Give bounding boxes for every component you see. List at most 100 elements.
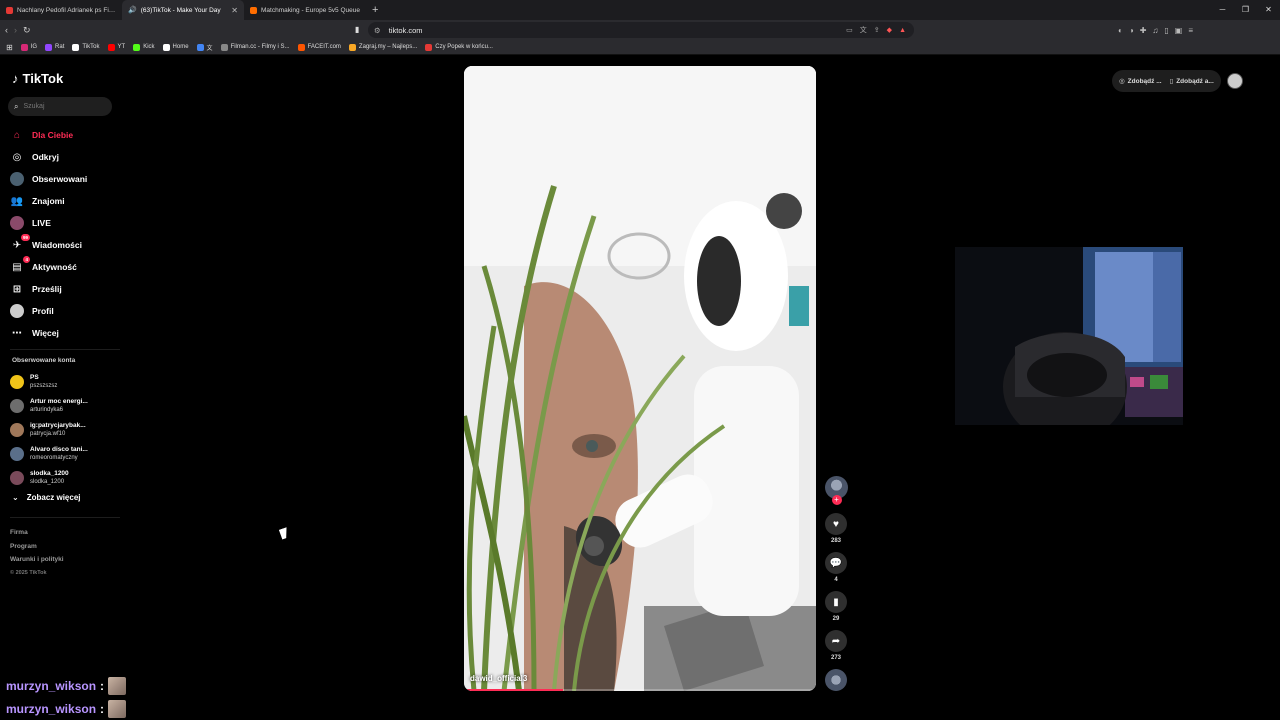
bookmark-label: FACEIT.com <box>307 44 341 50</box>
sidebar-item-live[interactable]: LIVE <box>10 212 120 234</box>
shield-icon[interactable]: ◆ <box>887 26 892 34</box>
bookmark-item[interactable]: Czy Popek w końcu... <box>425 43 493 51</box>
audio-icon[interactable]: 🔊 <box>128 6 137 14</box>
music-disc-icon[interactable] <box>825 669 847 691</box>
share-button[interactable]: ➦ <box>825 630 847 652</box>
sidebar-item-wiecej[interactable]: ⋯ Więcej <box>10 322 120 344</box>
close-window-icon[interactable]: ✕ <box>1257 0 1280 20</box>
comment-count: 4 <box>834 577 838 583</box>
bookmark-item[interactable]: 文 <box>196 43 213 52</box>
nav-buttons: ‹ › ↻ <box>5 22 31 38</box>
footer-link-program[interactable]: Program <box>10 540 64 554</box>
restore-icon[interactable]: ❐ <box>1234 0 1257 20</box>
bookmark-label: Zagraj.my – Najleps... <box>358 44 418 50</box>
new-tab-button[interactable]: + <box>366 4 384 16</box>
cast-icon[interactable]: ▭ <box>846 26 853 34</box>
translate-icon[interactable]: 文 <box>860 25 867 35</box>
video-author[interactable]: dawid_official3 <box>470 674 527 683</box>
sidebar-item-dla-ciebie[interactable]: ⌂ Dla Ciebie <box>10 124 120 146</box>
mouse-cursor <box>279 527 290 540</box>
footer-link-firma[interactable]: Firma <box>10 526 64 540</box>
like-button[interactable]: ♥ <box>825 513 847 535</box>
puzzle-icon[interactable]: ✚ <box>1140 26 1147 35</box>
sidebar-item-aktywnosc[interactable]: ▤ 4 Aktywność <box>10 256 120 278</box>
bookmark-item[interactable]: Filman.cc - Filmy i S... <box>220 43 290 51</box>
bookmark-label: TikTok <box>82 44 100 50</box>
media-icon[interactable]: ♫ <box>1152 26 1158 35</box>
divider <box>10 349 120 350</box>
avatar <box>10 471 24 485</box>
nav-label: Aktywność <box>32 262 77 272</box>
sidebar-item-profil[interactable]: Profil <box>10 300 120 322</box>
minimize-icon[interactable]: ─ <box>1211 0 1234 20</box>
bookmark-item[interactable]: TikTok <box>72 43 100 51</box>
video-progress-bar[interactable] <box>464 689 816 691</box>
followed-account[interactable]: PS pszszszsz <box>10 370 120 394</box>
site-info-icon[interactable]: ⚙ <box>374 26 381 35</box>
tab-1[interactable]: 🔊 (63)TikTok - Make Your Day ✕ <box>122 0 244 20</box>
followed-account[interactable]: ig:patrycjarybak... patrycja.wf10 <box>10 418 120 442</box>
video-player[interactable]: dawid_official3 <box>464 66 816 691</box>
back-icon[interactable]: ‹ <box>5 25 8 35</box>
get-coins-label: Zdobądź ... <box>1127 77 1162 85</box>
footer-link-terms[interactable]: Warunki i polityki <box>10 553 64 567</box>
sidebar-icon[interactable]: ▯ <box>1164 26 1168 35</box>
close-tab-icon[interactable]: ✕ <box>231 6 238 15</box>
account-username: slodka_1200 <box>30 479 65 485</box>
top-right-actions: ◎ Zdobądź ... ▯ Zdobądź a... <box>1112 70 1243 92</box>
live-icon <box>10 216 24 230</box>
tiktok-page: ♪ TikTok ⌕ Szukaj ⌂ Dla Ciebie ◎ Odkryj … <box>0 56 1280 720</box>
sidebar-item-obserwowani[interactable]: Obserwowani <box>10 168 120 190</box>
user-avatar[interactable] <box>1226 73 1243 89</box>
tab-2[interactable]: Matchmaking - Europe 5v5 Queue <box>244 0 366 20</box>
apps-grid-icon[interactable]: ⊞ <box>6 43 13 52</box>
creator-avatar[interactable]: + <box>824 476 848 505</box>
share-icon[interactable]: ⇪ <box>874 26 880 34</box>
bookmark-item[interactable]: IG <box>20 43 37 51</box>
wallet-icon[interactable]: ▣ <box>1175 26 1183 35</box>
extension-icon[interactable]: ◐ <box>1118 26 1123 35</box>
save-count: 29 <box>832 616 840 622</box>
search-input[interactable]: ⌕ Szukaj <box>8 97 112 116</box>
bookmark-item[interactable]: YT <box>107 43 125 51</box>
bookmark-label: Rat <box>55 44 65 50</box>
followed-account[interactable]: slodka_1200 slodka_1200 <box>10 466 120 490</box>
bookmark-favicon <box>348 43 356 51</box>
bookmark-item[interactable]: Zagraj.my – Najleps... <box>348 43 418 51</box>
avatar <box>10 423 24 437</box>
account-username: arturindyka6 <box>30 407 64 413</box>
forward-icon[interactable]: › <box>14 25 17 35</box>
rewards-icon[interactable]: ▲ <box>899 27 906 34</box>
divider <box>10 517 120 518</box>
bookmark-item[interactable]: Rat <box>45 43 65 51</box>
bookmark-item[interactable]: Kick <box>133 43 155 51</box>
extension-icon[interactable]: ◑ <box>1129 26 1134 35</box>
see-more-button[interactable]: ⌄ Zobacz więcej <box>12 493 81 502</box>
address-bar[interactable]: ⚙ tiktok.com ▭ 文 ⇪ ◆ ▲ <box>368 22 914 38</box>
save-button[interactable]: ▮ <box>825 591 847 613</box>
reload-icon[interactable]: ↻ <box>23 25 31 36</box>
tiktok-logo[interactable]: ♪ TikTok <box>12 71 63 86</box>
comment-button[interactable]: 💬 <box>825 552 847 574</box>
bookmark-item[interactable]: FACEIT.com <box>297 43 341 51</box>
sidebar-item-odkryj[interactable]: ◎ Odkryj <box>10 146 120 168</box>
followed-account[interactable]: Artur moc energi... arturindyka6 <box>10 394 120 418</box>
bookmark-favicon <box>133 43 141 51</box>
get-app-button[interactable]: ▯ Zdobądź a... <box>1165 70 1221 92</box>
bookmark-favicon <box>162 43 170 51</box>
tab-0[interactable]: Nachlany Pedofil Adrianek ps Filozof <box>0 0 122 20</box>
get-coins-button[interactable]: ◎ Zdobądź ... <box>1112 70 1166 92</box>
compass-icon: ◎ <box>12 151 22 163</box>
tab-favicon <box>250 6 257 14</box>
bookmark-item[interactable]: Home <box>162 43 189 51</box>
friends-icon: 👥 <box>10 195 24 207</box>
search-icon: ⌕ <box>14 101 19 111</box>
menu-icon[interactable]: ≡ <box>1188 26 1193 35</box>
sidebar-item-wiadomosci[interactable]: ✈ 99 Wiadomości <box>10 234 120 256</box>
sidebar-item-przeslij[interactable]: ⊞ Prześlij <box>10 278 120 300</box>
followed-account[interactable]: Alvaro disco tani... romeoromatyczny <box>10 442 120 466</box>
follow-plus-icon[interactable]: + <box>831 495 842 505</box>
account-name: PS <box>30 374 39 381</box>
sidebar-item-znajomi[interactable]: 👥 Znajomi <box>10 190 120 212</box>
bookmark-page-icon[interactable]: ▮ <box>355 25 359 34</box>
